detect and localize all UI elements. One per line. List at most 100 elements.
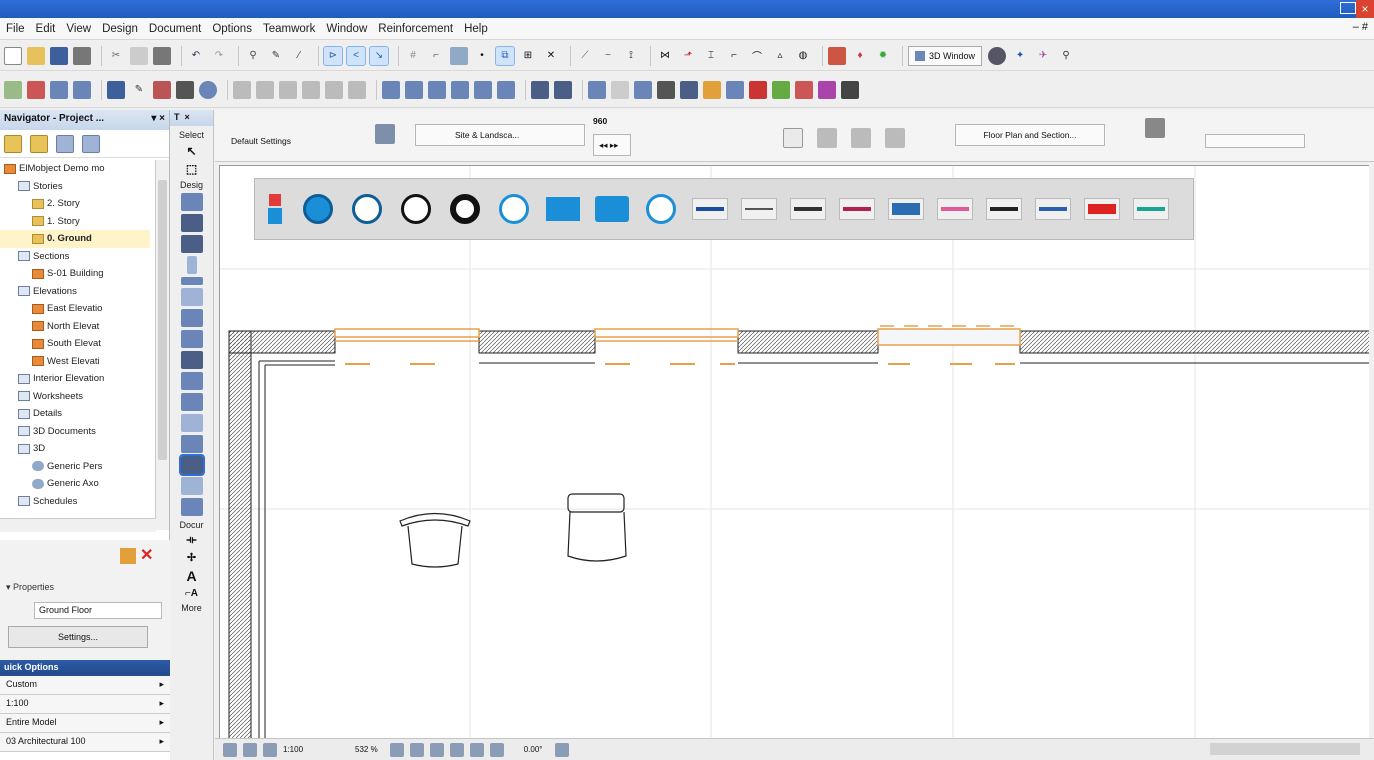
text-tool-icon[interactable]: A [170,568,213,584]
quick-option-row[interactable]: Entire Model ▸ [0,714,170,733]
markup-icon[interactable]: ✎ [130,81,148,99]
stair-icon-4[interactable] [302,80,320,99]
mdi-controls[interactable]: – # [1353,21,1368,33]
tree-item[interactable]: 1. Story [0,213,150,231]
tree-item[interactable]: Details [0,405,150,423]
fly-icon[interactable]: ✈ [1034,47,1052,65]
brand-logo-9[interactable] [1084,191,1120,227]
beam-tool-icon[interactable] [180,277,203,285]
doc-icon-10[interactable] [795,80,813,99]
layers-icon[interactable] [450,46,468,65]
new-icon[interactable] [4,46,22,65]
publish-icon[interactable] [107,80,125,99]
angle-readout[interactable]: 0.00° [524,745,543,754]
dimension-icon[interactable]: ⌶ [702,47,720,65]
info-icon[interactable] [349,191,385,227]
grid-snap-icon[interactable]: # [404,47,422,65]
tree-item[interactable]: East Elevatio [0,300,150,318]
restore-button[interactable] [1340,2,1356,14]
trace-icon[interactable]: ⧉ [495,45,515,66]
brand-logo-4[interactable] [839,191,875,227]
cloud-icon[interactable] [300,191,336,227]
sun-icon[interactable]: ✹ [874,47,892,65]
doc-icon-12[interactable] [841,80,859,99]
guide-icon[interactable]: < [346,45,366,66]
tree-item[interactable]: Generic Axo [0,475,150,493]
eyedropper-icon[interactable]: ⁄ [290,47,308,65]
angle-icon[interactable]: ⌐ [725,47,743,65]
layout-book-icon[interactable] [56,134,74,153]
lamp-tool-icon[interactable] [180,477,203,495]
tree-item[interactable]: Sections [0,248,150,266]
level-dimension-tool-icon[interactable]: ✢ [170,551,213,564]
publisher-sets-icon[interactable] [82,134,100,153]
tree-item[interactable]: West Elevati [0,353,150,371]
reserve-icon[interactable] [176,80,194,99]
help-icon[interactable] [643,191,679,227]
view-icon[interactable] [885,128,905,148]
redo-icon[interactable]: ↷ [210,47,228,65]
delete-icon[interactable]: ✕ [542,47,560,65]
tree-item[interactable]: North Elevat [0,318,150,336]
view-icon-2[interactable] [243,742,257,757]
morph-tool-icon[interactable] [180,435,203,453]
find-icon[interactable]: ⚲ [244,47,262,65]
tree-item[interactable]: South Elevat [0,335,150,353]
layout-icon-2[interactable] [27,80,45,99]
layout-icon-1[interactable] [4,80,22,99]
menu-teamwork[interactable]: Teamwork [263,23,315,35]
doc-icon-9[interactable] [772,80,790,99]
column-icon-2[interactable] [554,80,572,99]
mesh-tool-icon[interactable] [180,372,203,390]
tree-item[interactable]: ElMobject Demo mo [0,160,150,178]
menu-help[interactable]: Help [464,23,488,35]
doc-icon-6[interactable] [703,80,721,99]
doc-icon-4[interactable] [657,80,675,99]
brand-logo-7[interactable] [986,191,1022,227]
element-nav-buttons[interactable]: ◂◂ ▸▸ [593,134,631,156]
doc-icon-8[interactable] [749,80,767,99]
pointer-icon[interactable]: • [473,47,491,65]
toolbox-more-label[interactable]: More [170,603,213,613]
cut-icon[interactable]: ✂ [107,47,125,65]
table-icon-4[interactable] [451,80,469,99]
sync-icon[interactable] [398,191,434,227]
measure-icon[interactable]: ⟋ [576,47,594,65]
level-icon[interactable]: ▵ [771,47,789,65]
walk-icon[interactable]: ⚲ [1057,47,1075,65]
layer-field[interactable] [1205,134,1305,148]
doc-icon-2[interactable] [611,80,629,99]
section-icon[interactable]: ⋈ [656,47,674,65]
column-icon-1[interactable] [531,80,549,99]
copy-icon[interactable] [130,46,148,65]
tree-item[interactable]: Generic Pers [0,458,150,476]
railing-tool-icon[interactable] [180,498,203,516]
layer-select-icon[interactable] [1145,118,1165,138]
project-map-icon[interactable] [4,134,22,153]
teamwork-icon[interactable] [153,80,171,99]
object-settings-icon[interactable] [375,124,395,144]
navigator-close-icon[interactable]: ▾ × [151,113,165,127]
tree-item[interactable]: Elevations [0,283,150,301]
brand-logo-3[interactable] [790,191,826,227]
delete-view-icon[interactable]: ✕ [140,548,153,568]
table-icon-6[interactable] [497,80,515,99]
zoom-out-icon[interactable] [409,742,424,757]
doc-icon-3[interactable] [634,80,652,99]
wall-tool-icon[interactable] [180,193,203,211]
render-icon[interactable] [828,46,846,65]
object-tool-icon[interactable] [178,454,205,476]
stair-icon-3[interactable] [279,80,297,99]
label-tool-icon[interactable]: ⌐A [170,588,213,599]
table-icon-2[interactable] [405,80,423,99]
pen-icon[interactable]: ✎ [267,47,285,65]
stair-icon-1[interactable] [233,80,251,99]
3d-window-button[interactable]: 3D Window [908,45,983,66]
library-part-selector[interactable]: Site & Landsca... [415,124,585,146]
offset-icon[interactable]: ⟟ [622,47,640,65]
ortho-icon[interactable]: ⌐ [427,47,445,65]
palette-close-icon[interactable] [263,191,287,227]
arrow-tool-icon[interactable]: ↖ [170,144,213,158]
tree-item[interactable]: 2. Story [0,195,150,213]
shell-tool-icon[interactable] [180,351,203,369]
